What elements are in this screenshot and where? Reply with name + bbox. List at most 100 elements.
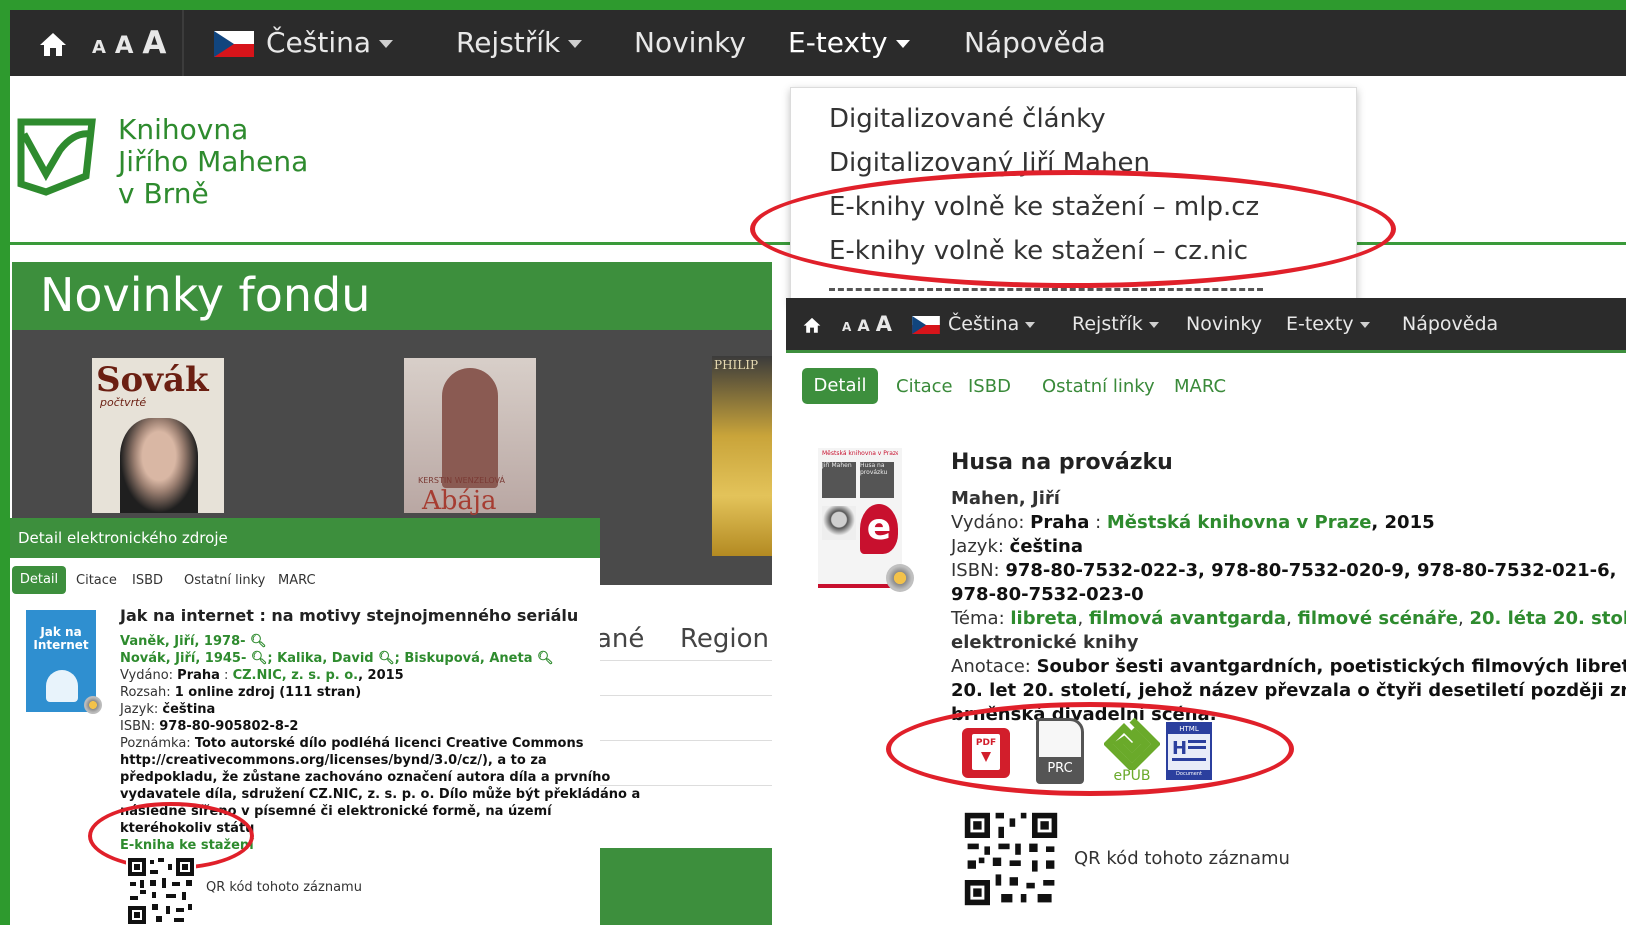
library-name-line3: v Brně	[118, 177, 209, 210]
search-icon[interactable]: 🔍︎	[251, 651, 268, 666]
extent-value: 1 online zdroj (111 stran)	[174, 685, 362, 700]
note-line: předpokladu, že zůstane zachováno označe…	[120, 770, 610, 785]
author-link[interactable]: Mahen, Jiří	[951, 488, 1060, 509]
chevron-down-icon	[895, 40, 910, 48]
home-icon[interactable]	[38, 10, 68, 76]
left-detail-panel: Detail elektronického zdroje Detail Cita…	[10, 518, 640, 925]
database-icon	[886, 564, 914, 592]
chevron-down-icon	[1148, 321, 1159, 328]
qr-code-icon	[962, 810, 1060, 908]
author-name: Vaněk, Jiří, 1978-	[120, 634, 246, 649]
topic-link[interactable]: filmové scénáře	[1298, 608, 1458, 629]
tab-isbd[interactable]: ISBD	[968, 376, 1011, 397]
nav-separator	[182, 10, 184, 76]
note-line-text: předpokladu, že zůstane zachováno označe…	[120, 770, 611, 785]
cover-title: Jak na Internet	[33, 625, 89, 652]
dropdown-item-digitalized-articles[interactable]: Digitalizované články	[829, 104, 1106, 134]
tab-ostatni-linky[interactable]: Ostatní linky	[1042, 376, 1155, 397]
published-year: , 2015	[1371, 512, 1435, 533]
nav-napoveda-label: Nápověda	[1402, 313, 1499, 335]
czech-flag-icon	[912, 315, 940, 334]
nav-napoveda-label: Nápověda	[964, 26, 1106, 59]
nav-napoveda[interactable]: Nápověda	[1402, 298, 1498, 350]
published-row: Vydáno: Praha : Městská knihovna v Praze…	[951, 512, 1435, 533]
font-size-medium-button[interactable]: A	[857, 316, 869, 335]
contributor-link[interactable]: Novák, Jiří, 1945-	[120, 651, 246, 666]
tab-isbd[interactable]: ISBD	[132, 573, 163, 588]
library-name: Knihovna Jiřího Mahena v Brně	[118, 114, 308, 210]
cover-title: Husa na provázku	[860, 462, 894, 498]
cover-photo	[822, 506, 856, 540]
tab-detail[interactable]: Detail	[12, 566, 66, 594]
top-navbar: A A A Čeština Rejstřík Novinky E-texty N…	[10, 10, 1626, 76]
nav-rejstrik-label: Rejstřík	[456, 26, 561, 59]
author-link[interactable]: Vaněk, Jiří, 1978- 🔍︎	[120, 634, 267, 649]
isbn-row: ISBN: 978-80-7532-022-3, 978-80-7532-020…	[951, 560, 1617, 581]
font-size-large-button[interactable]: A	[142, 25, 166, 61]
nav-rejstrik[interactable]: Rejstřík	[456, 10, 583, 76]
book-cover-partial[interactable]: PHILIP	[712, 356, 772, 556]
nav-rejstrik[interactable]: Rejstřík	[1072, 298, 1159, 350]
published-year: , 2015	[358, 668, 404, 683]
cover-title: Sovák	[96, 360, 209, 400]
note-line-text: vydavatele díla, sdružení CZ.NIC, z. s. …	[120, 787, 641, 802]
language-menu[interactable]: Čeština	[912, 298, 1036, 350]
nav-napoveda[interactable]: Nápověda	[964, 10, 1106, 76]
tab-marc[interactable]: MARC	[278, 573, 316, 588]
annotation-text: Soubor šesti avantgardních, poetistickýc…	[1036, 656, 1626, 677]
right-detail-panel: A A A Čeština Rejstřík Novinky E-texty N…	[786, 298, 1626, 925]
book-cover-abaja[interactable]: KERSTIN WENZELOVÁ Abája	[404, 358, 536, 516]
language-value: čeština	[162, 702, 216, 717]
nav-novinky[interactable]: Novinky	[634, 10, 746, 76]
cover-author: Jiří Mahen	[822, 462, 856, 498]
nav-etexty[interactable]: E-texty	[1286, 298, 1370, 350]
book-cover-jak-na-internet[interactable]: Jak na Internet	[26, 610, 96, 712]
note-line: http://creativecommons.org/licenses/bynd…	[120, 753, 547, 768]
home-icon[interactable]	[802, 298, 822, 350]
chevron-down-icon	[1025, 321, 1036, 328]
publisher-link[interactable]: CZ.NIC, z. s. p. o.	[233, 668, 359, 683]
cover-publisher: Městská knihovna v Praze	[822, 450, 898, 457]
tab-citace[interactable]: Citace	[896, 376, 953, 397]
field-label: Jazyk:	[951, 536, 1004, 557]
divider	[596, 740, 772, 741]
isbn-value: 978-80-7532-022-3, 978-80-7532-020-9, 97…	[1005, 560, 1617, 581]
publisher-link[interactable]: Městská knihovna v Praze	[1107, 512, 1372, 533]
topic-row: Téma: libreta, filmová avantgarda, filmo…	[951, 608, 1626, 629]
tab-citace[interactable]: Citace	[76, 573, 117, 588]
language-menu[interactable]: Čeština	[214, 10, 394, 76]
novinky-heading-bar: Novinky fondu	[12, 262, 772, 330]
contributor-link[interactable]: Biskupová, Aneta	[404, 651, 532, 666]
nav-novinky[interactable]: Novinky	[1186, 298, 1262, 350]
search-icon[interactable]: 🔍︎	[537, 651, 554, 666]
contributor-link[interactable]: Kalika, David	[277, 651, 373, 666]
tab-detail[interactable]: Detail	[802, 368, 878, 404]
font-size-large-button[interactable]: A	[876, 312, 892, 336]
book-cover-sovak[interactable]: Sovák počtvrté	[92, 358, 224, 513]
section-tab-regiony[interactable]: Region	[680, 624, 769, 654]
highlight-ellipse-dropdown	[750, 170, 1396, 288]
published-row: Vydáno: Praha : CZ.NIC, z. s. p. o., 201…	[120, 668, 404, 683]
library-name-line2: Jiřího Mahena	[118, 145, 309, 178]
qr-code-icon	[126, 856, 196, 925]
search-icon[interactable]: 🔍︎	[378, 651, 395, 666]
topic-link[interactable]: elektronické knihy	[951, 632, 1139, 653]
font-size-medium-button[interactable]: A	[115, 31, 134, 59]
tab-marc[interactable]: MARC	[1174, 376, 1226, 397]
note-line: vydavatele díla, sdružení CZ.NIC, z. s. …	[120, 787, 640, 802]
topic-link[interactable]: 20. léta 20. stol.	[1469, 608, 1626, 629]
font-size-small-button[interactable]: A	[92, 37, 106, 58]
font-size-small-button[interactable]: A	[842, 320, 851, 334]
nav-etexty[interactable]: E-texty	[788, 10, 910, 76]
topic-link[interactable]: libreta	[1010, 608, 1077, 629]
nav-novinky-label: Novinky	[634, 26, 746, 59]
qr-label: QR kód tohoto záznamu	[206, 880, 362, 895]
book-title: Husa na provázku	[951, 450, 1173, 475]
language-row: Jazyk: čeština	[120, 702, 215, 717]
section-tab-fragment[interactable]: ané	[596, 624, 644, 654]
tab-ostatni-linky[interactable]: Ostatní linky	[184, 573, 265, 588]
search-icon[interactable]: 🔍︎	[250, 634, 267, 649]
language-value: čeština	[1009, 536, 1083, 557]
isbn-row: ISBN: 978-80-905802-8-2	[120, 719, 298, 734]
topic-link[interactable]: filmová avantgarda	[1089, 608, 1286, 629]
